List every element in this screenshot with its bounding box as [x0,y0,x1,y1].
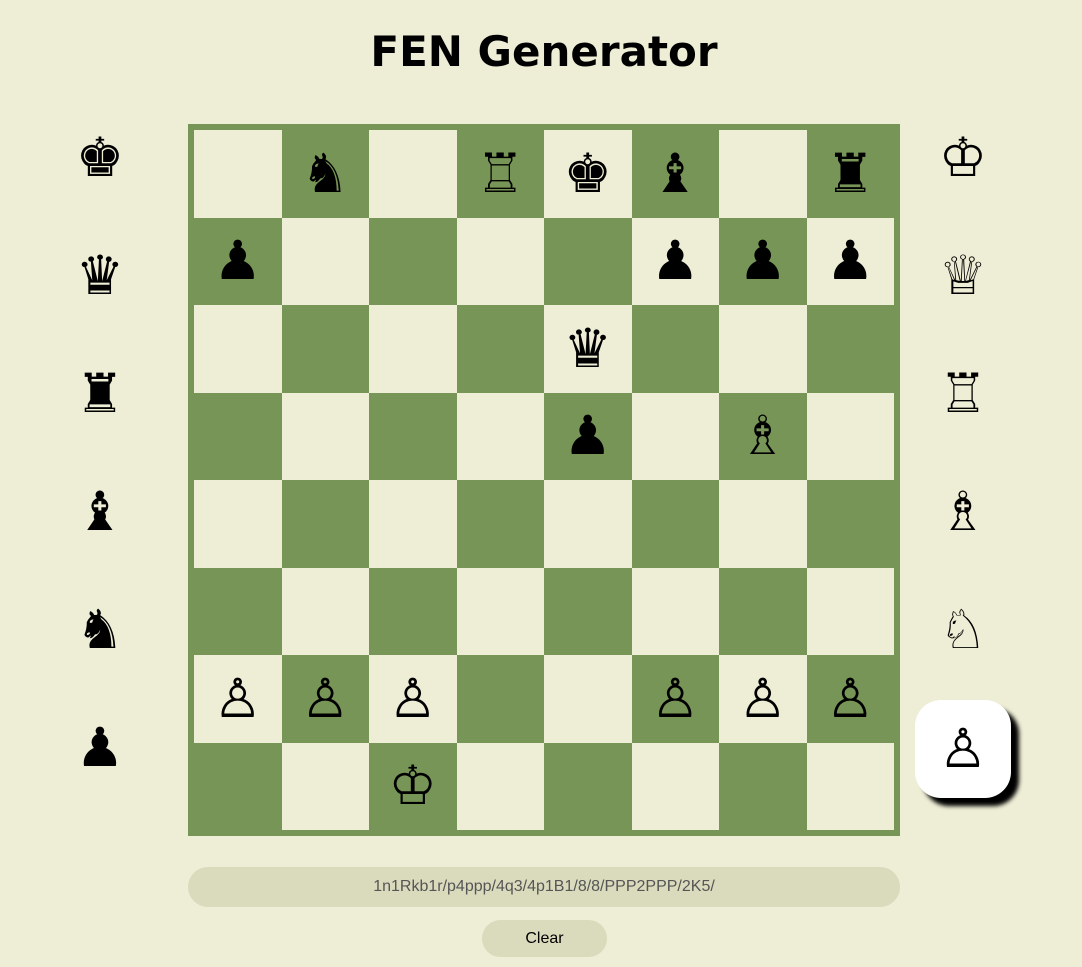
board-square-a7[interactable]: ♟ [194,217,282,305]
board-square-f4[interactable] [631,480,719,568]
board-square-c1[interactable]: ♔ [369,742,457,830]
board-square-a2[interactable]: ♙ [194,655,282,743]
board-square-d4[interactable] [456,480,544,568]
board-square-b2[interactable]: ♙ [281,655,369,743]
board-square-h3[interactable] [806,567,894,655]
board-square-d2[interactable] [456,655,544,743]
board-square-e4[interactable] [544,480,632,568]
board-square-h5[interactable] [806,392,894,480]
white-queen-icon[interactable]: ♕ [915,228,1011,324]
board-square-a4[interactable] [194,480,282,568]
board-square-d3[interactable] [456,567,544,655]
black-rook-icon[interactable]: ♜ [52,346,148,442]
board-square-d6[interactable] [456,305,544,393]
board-square-d7[interactable] [456,217,544,305]
board-square-e7[interactable] [544,217,632,305]
page-title: FEN Generator [370,27,718,76]
board-square-h4[interactable] [806,480,894,568]
clear-button[interactable]: Clear [482,920,607,957]
board-square-h7[interactable]: ♟ [806,217,894,305]
board-square-g6[interactable] [719,305,807,393]
white-king-icon[interactable]: ♔ [915,110,1011,206]
board-square-f8[interactable]: ♝ [631,130,719,218]
board-square-c3[interactable] [369,567,457,655]
board-square-b1[interactable] [281,742,369,830]
board-square-a5[interactable] [194,392,282,480]
board-square-g3[interactable] [719,567,807,655]
board-square-d5[interactable] [456,392,544,480]
black-knight-icon[interactable]: ♞ [52,582,148,678]
board-square-e2[interactable] [544,655,632,743]
board-square-e5[interactable]: ♟ [544,392,632,480]
white-pawn-icon[interactable]: ♙ [915,700,1011,798]
board-square-a6[interactable] [194,305,282,393]
board-square-e6[interactable]: ♛ [544,305,632,393]
board-square-b8[interactable]: ♞ [281,130,369,218]
board-square-f5[interactable] [631,392,719,480]
board-square-d1[interactable] [456,742,544,830]
board-square-g8[interactable] [719,130,807,218]
board-square-b7[interactable] [281,217,369,305]
board-square-g7[interactable]: ♟ [719,217,807,305]
board-square-g1[interactable] [719,742,807,830]
board-square-h2[interactable]: ♙ [806,655,894,743]
board-square-g5[interactable]: ♗ [719,392,807,480]
board-square-e8[interactable]: ♚ [544,130,632,218]
board-square-f6[interactable] [631,305,719,393]
black-pawn-icon[interactable]: ♟ [52,700,148,796]
board-square-g2[interactable]: ♙ [719,655,807,743]
board-square-f7[interactable]: ♟ [631,217,719,305]
board-square-a8[interactable] [194,130,282,218]
board-square-c7[interactable] [369,217,457,305]
board-square-c4[interactable] [369,480,457,568]
board-square-b6[interactable] [281,305,369,393]
white-rook-icon[interactable]: ♖ [915,346,1011,442]
black-queen-icon[interactable]: ♛ [52,228,148,324]
board-square-b3[interactable] [281,567,369,655]
board-square-g4[interactable] [719,480,807,568]
board-square-f1[interactable] [631,742,719,830]
board-square-f3[interactable] [631,567,719,655]
board-square-e3[interactable] [544,567,632,655]
board-square-c6[interactable] [369,305,457,393]
board-square-e1[interactable] [544,742,632,830]
black-king-icon[interactable]: ♚ [52,110,148,206]
white-knight-icon[interactable]: ♘ [915,582,1011,678]
chess-board: ♞ ♖ ♚ ♝ ♜ ♟ ♟ ♟ ♟ ♛ ♟ ♗ ♙ ♙ ♙ ♙ ♙ ♙ ♔ [188,124,900,836]
board-square-a1[interactable] [194,742,282,830]
board-square-d8[interactable]: ♖ [456,130,544,218]
fen-output-field[interactable] [188,867,900,907]
board-square-h8[interactable]: ♜ [806,130,894,218]
board-square-f2[interactable]: ♙ [631,655,719,743]
white-bishop-icon[interactable]: ♗ [915,464,1011,560]
board-square-c5[interactable] [369,392,457,480]
black-bishop-icon[interactable]: ♝ [52,464,148,560]
board-square-c8[interactable] [369,130,457,218]
board-square-h6[interactable] [806,305,894,393]
board-square-c2[interactable]: ♙ [369,655,457,743]
board-square-a3[interactable] [194,567,282,655]
board-square-h1[interactable] [806,742,894,830]
board-square-b5[interactable] [281,392,369,480]
board-square-b4[interactable] [281,480,369,568]
